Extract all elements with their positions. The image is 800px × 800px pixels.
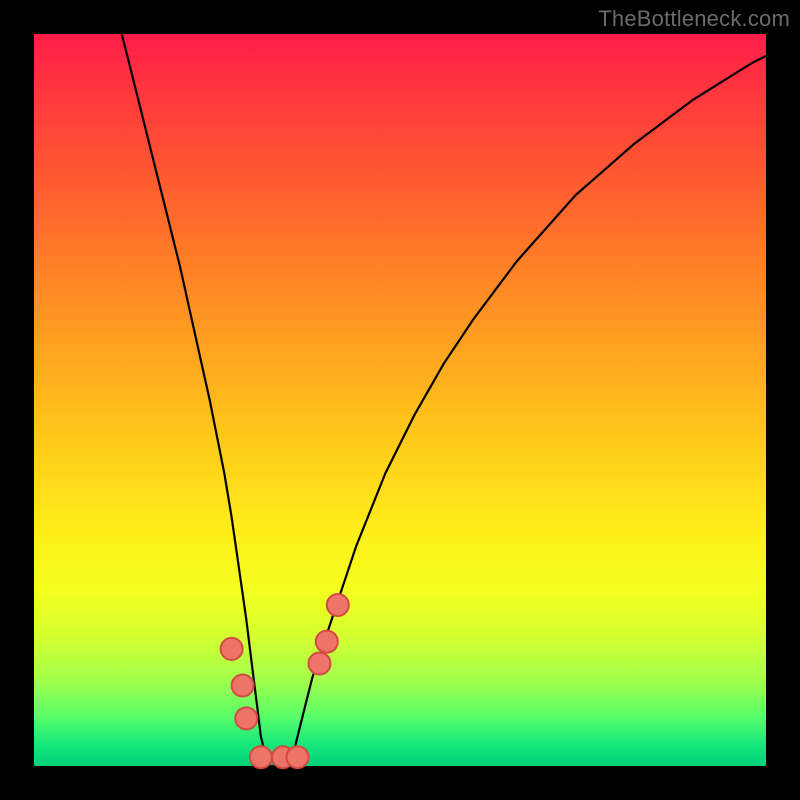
chart-frame: TheBottleneck.com bbox=[0, 0, 800, 800]
curve-marker bbox=[316, 631, 338, 653]
watermark-text: TheBottleneck.com bbox=[598, 6, 790, 32]
curve-marker bbox=[327, 594, 349, 616]
bottleneck-curve bbox=[122, 34, 766, 766]
curve-marker bbox=[221, 638, 243, 660]
curve-marker bbox=[287, 746, 309, 768]
curve-marker bbox=[235, 707, 257, 729]
plot-area bbox=[34, 34, 766, 766]
curve-markers bbox=[221, 594, 349, 768]
curve-marker bbox=[309, 653, 331, 675]
curve-marker bbox=[232, 675, 254, 697]
curve-marker bbox=[250, 746, 272, 768]
chart-svg bbox=[34, 34, 766, 766]
